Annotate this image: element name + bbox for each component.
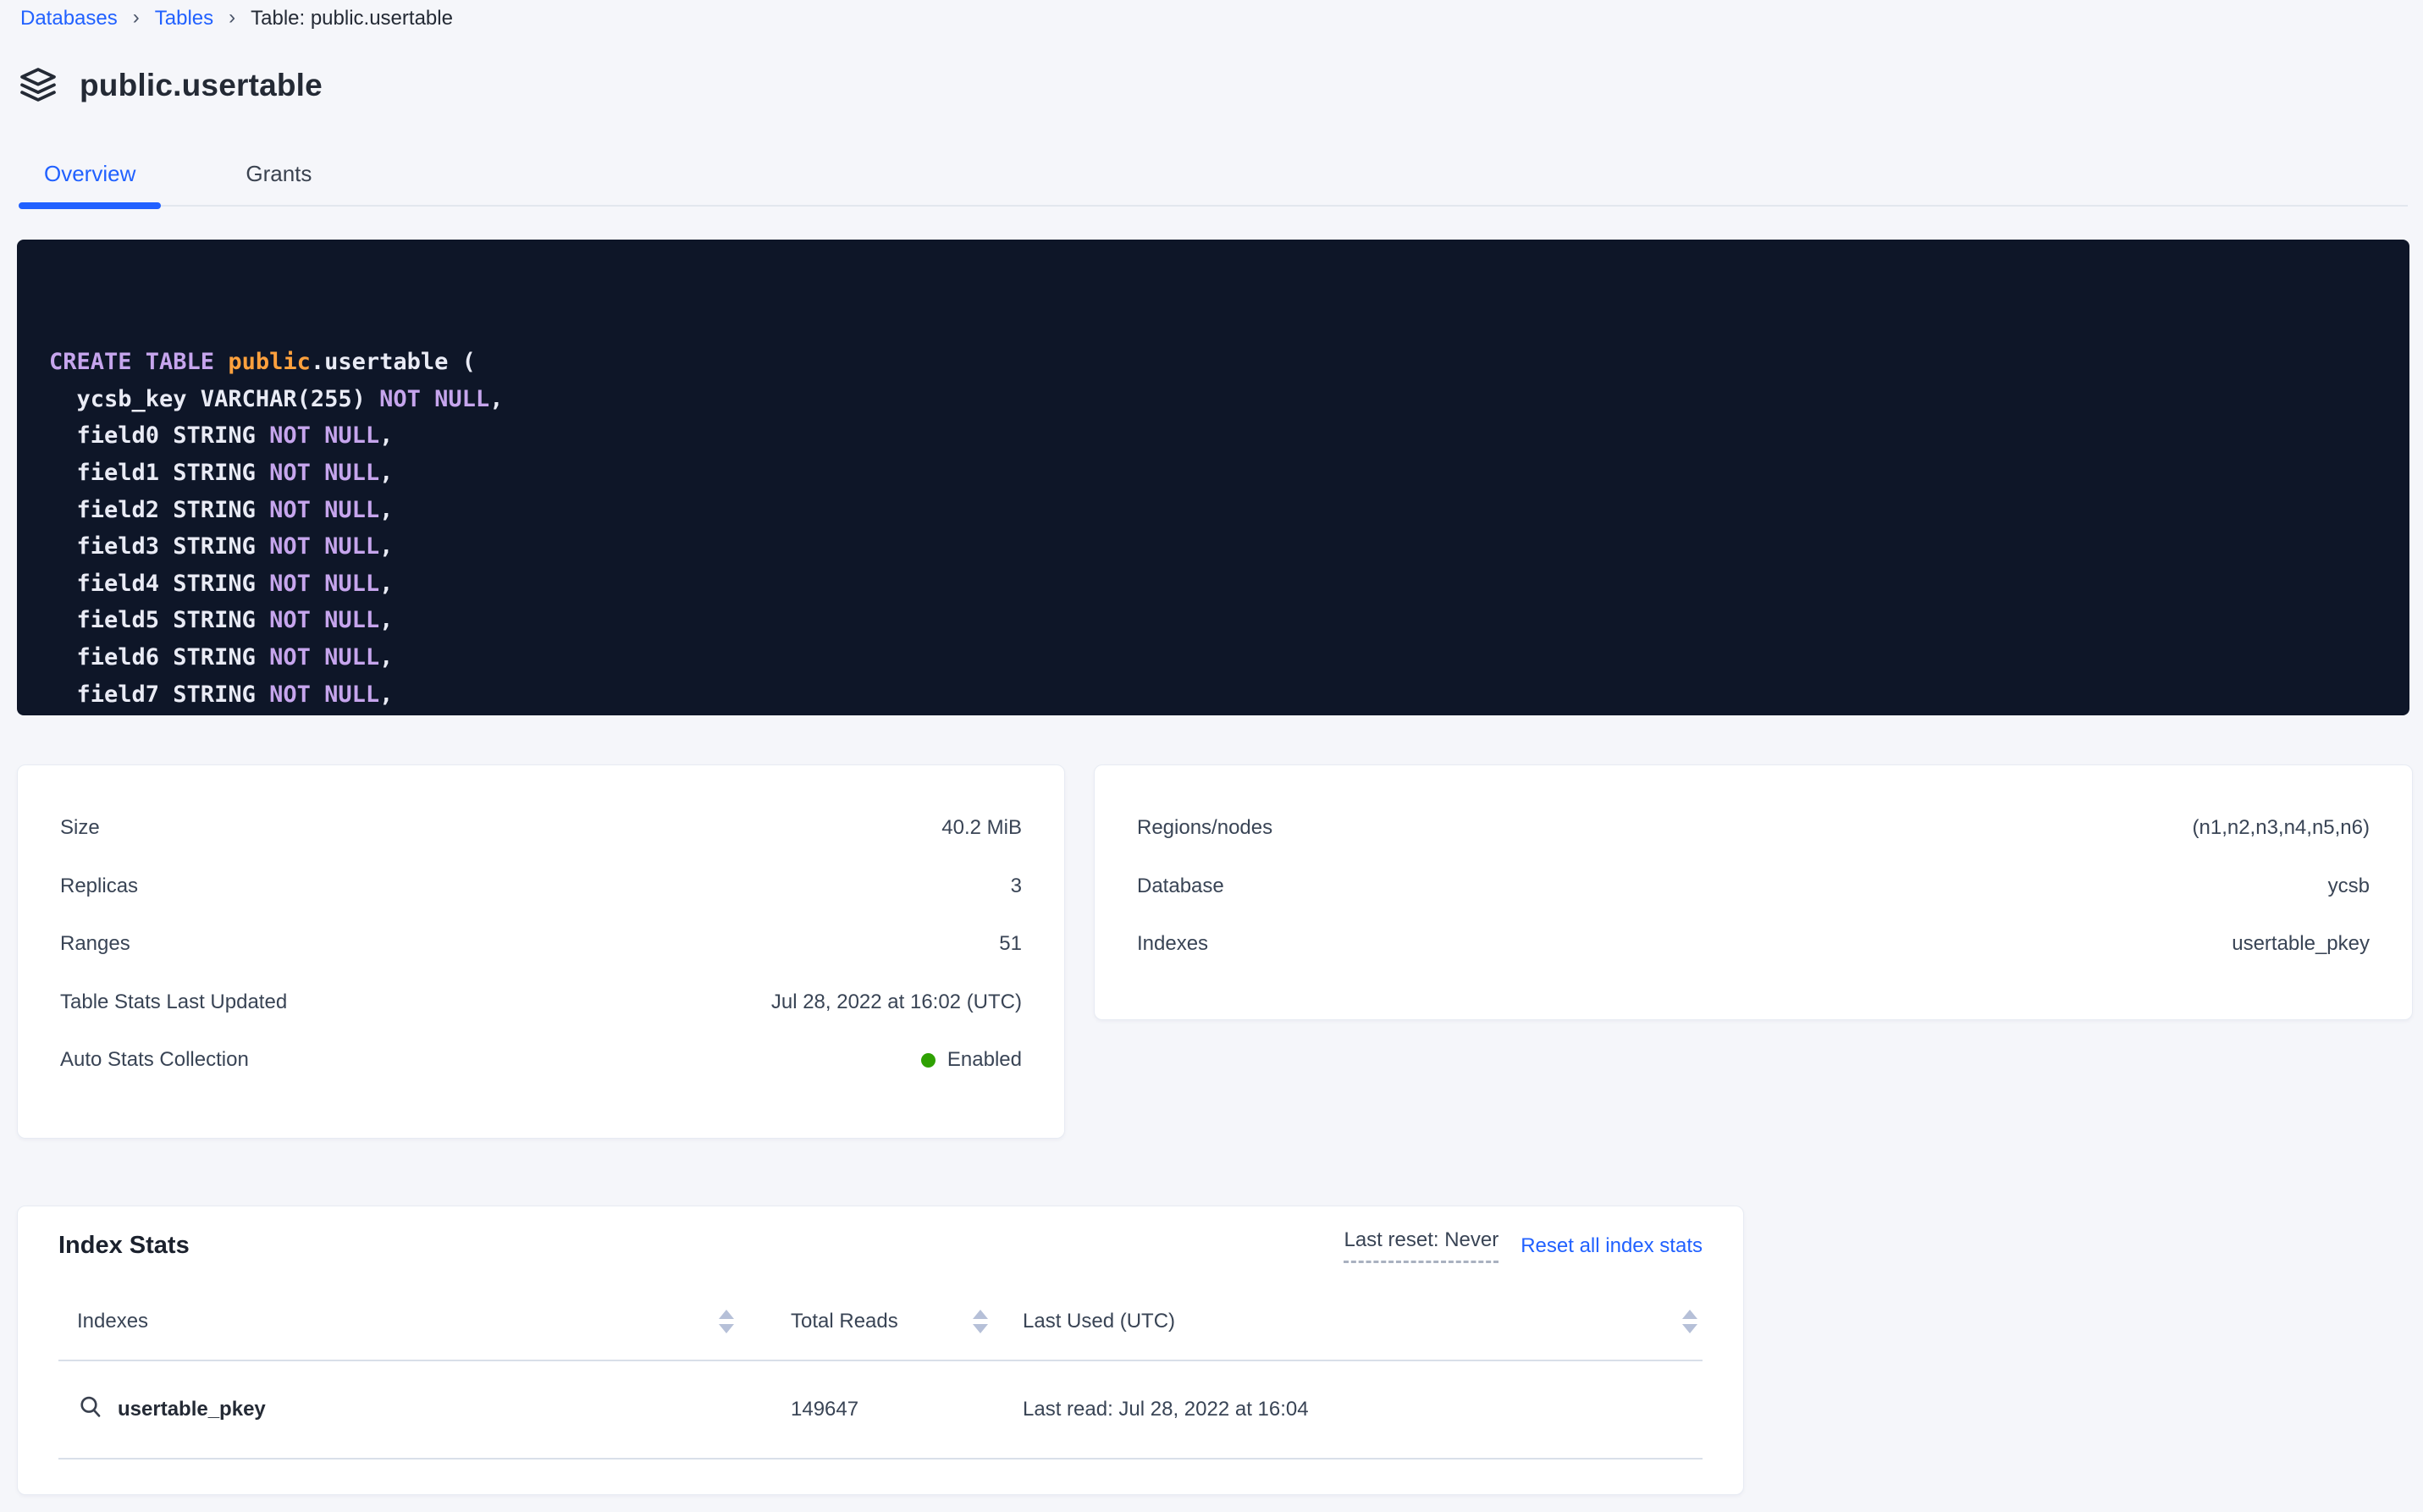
breadcrumb: Databases › Tables › Table: public.usert…: [20, 7, 453, 30]
stat-value: 3: [1011, 875, 1022, 898]
table-stack-icon: [19, 66, 58, 105]
table-details-card: Regions/nodes (n1,n2,n3,n4,n5,n6) Databa…: [1094, 764, 2413, 1020]
stat-label: Auto Stats Collection: [60, 1048, 249, 1072]
breadcrumb-link-tables[interactable]: Tables: [155, 7, 213, 30]
stat-row-auto-stats: Auto Stats Collection Enabled: [60, 1031, 1022, 1090]
breadcrumb-separator-icon: ›: [133, 6, 140, 30]
sql-code: CREATE TABLE public.usertable ( ycsb_key…: [49, 344, 2384, 715]
index-stats-table-row: usertable_pkey 149647 Last read: Jul 28,…: [58, 1361, 1703, 1460]
table-overview-stats-card: Size 40.2 MiB Replicas 3 Ranges 51 Table…: [17, 764, 1065, 1139]
stat-label: Table Stats Last Updated: [60, 991, 287, 1014]
index-total-reads: 149647: [791, 1398, 858, 1421]
column-header-last-used[interactable]: Last Used (UTC): [1023, 1310, 1175, 1333]
stat-value: ycsb: [2328, 875, 2370, 898]
breadcrumb-separator-icon: ›: [229, 6, 235, 30]
status-enabled-dot-icon: [921, 1053, 936, 1068]
stat-value: Jul 28, 2022 at 16:02 (UTC): [771, 991, 1022, 1014]
index-stats-header: Index Stats Last reset: Never Reset all …: [58, 1228, 1703, 1263]
index-link[interactable]: usertable_pkey: [77, 1393, 266, 1426]
stat-row-indexes: Indexes usertable_pkey: [1137, 915, 2370, 974]
breadcrumb-current: Table: public.usertable: [251, 7, 453, 30]
stat-value: 51: [999, 932, 1022, 956]
last-reset-label: Last reset: Never: [1344, 1228, 1499, 1263]
column-header-indexes[interactable]: Indexes: [77, 1310, 148, 1333]
index-stats-title: Index Stats: [58, 1228, 190, 1260]
stat-row-replicas: Replicas 3: [60, 858, 1022, 916]
magnifier-icon: [77, 1393, 104, 1426]
stat-label: Replicas: [60, 875, 138, 898]
stat-label: Database: [1137, 875, 1224, 898]
tab-bar: Overview Grants: [19, 142, 2408, 207]
stat-label: Ranges: [60, 932, 130, 956]
tab-overview[interactable]: Overview: [19, 142, 161, 205]
stat-row-database: Database ycsb: [1137, 858, 2370, 916]
page-title: public.usertable: [80, 68, 323, 103]
index-stats-table-header: Indexes Total Reads Last Used (UTC): [58, 1283, 1703, 1361]
stat-label: Regions/nodes: [1137, 816, 1272, 840]
stat-row-stats-last-updated: Table Stats Last Updated Jul 28, 2022 at…: [60, 974, 1022, 1032]
sort-icon[interactable]: [1682, 1310, 1697, 1333]
sort-icon[interactable]: [973, 1310, 988, 1333]
column-header-total-reads[interactable]: Total Reads: [791, 1310, 898, 1333]
index-name[interactable]: usertable_pkey: [118, 1398, 266, 1421]
stat-value: usertable_pkey: [2232, 932, 2370, 956]
stat-label: Size: [60, 816, 100, 840]
status-text: Enabled: [947, 1048, 1022, 1072]
stat-value: 40.2 MiB: [941, 816, 1022, 840]
stat-row-size: Size 40.2 MiB: [60, 799, 1022, 858]
stat-value: (n1,n2,n3,n4,n5,n6): [2193, 816, 2371, 840]
page-header: public.usertable: [19, 66, 323, 105]
stat-value: Enabled: [921, 1048, 1022, 1072]
sort-icon[interactable]: [719, 1310, 734, 1333]
index-stats-card: Index Stats Last reset: Never Reset all …: [17, 1206, 1744, 1495]
breadcrumb-link-databases[interactable]: Databases: [20, 7, 118, 30]
stat-row-regions-nodes: Regions/nodes (n1,n2,n3,n4,n5,n6): [1137, 799, 2370, 858]
stat-row-ranges: Ranges 51: [60, 915, 1022, 974]
create-table-sql-block[interactable]: CREATE TABLE public.usertable ( ycsb_key…: [17, 240, 2409, 715]
tab-grants[interactable]: Grants: [220, 142, 337, 205]
reset-all-index-stats-link[interactable]: Reset all index stats: [1521, 1234, 1703, 1258]
index-last-used: Last read: Jul 28, 2022 at 16:04: [1023, 1398, 1309, 1421]
stat-label: Indexes: [1137, 932, 1208, 956]
